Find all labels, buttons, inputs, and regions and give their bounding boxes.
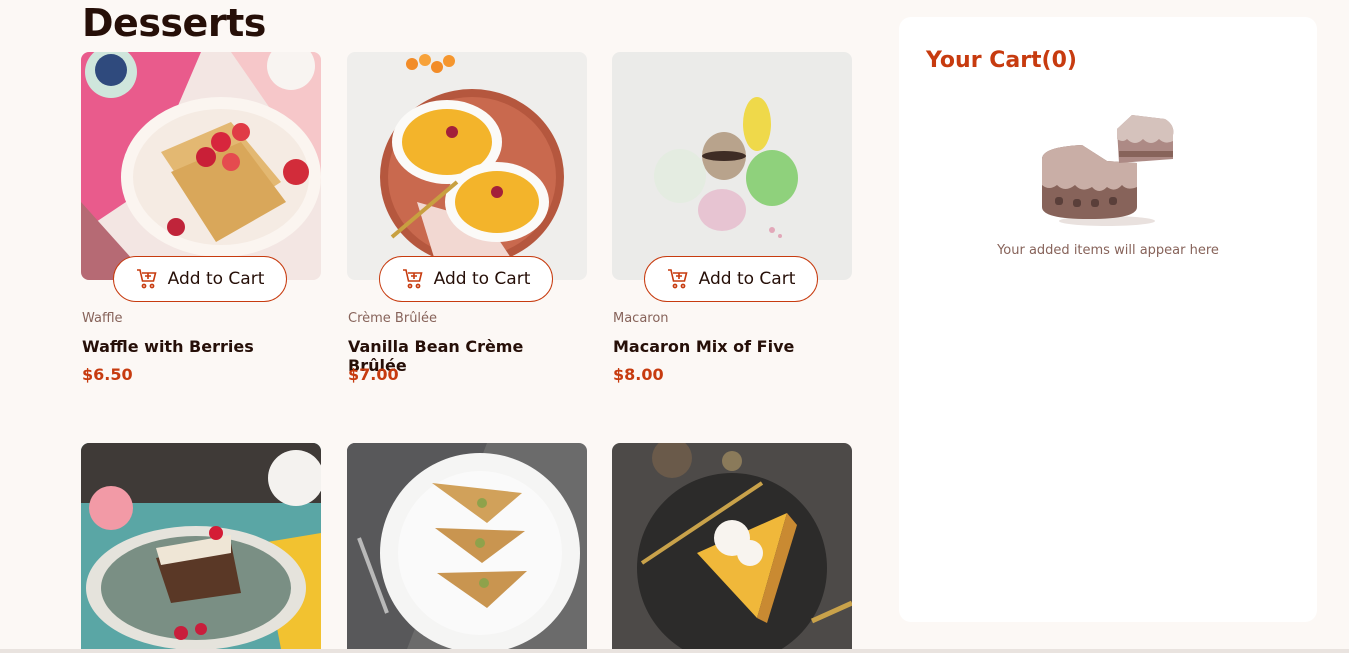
product-card-baklava bbox=[347, 443, 587, 649]
cart-panel: Your Cart(0) Your added items will appea… bbox=[899, 17, 1317, 622]
product-name: Waffle with Berries bbox=[82, 337, 254, 356]
cart-title: Your Cart(0) bbox=[926, 48, 1077, 73]
add-to-cart-button-waffle[interactable]: Add to Cart bbox=[113, 256, 287, 302]
product-price: $6.50 bbox=[82, 365, 133, 384]
product-image-tiramisu[interactable] bbox=[81, 443, 321, 649]
product-price: $7.00 bbox=[348, 365, 399, 384]
product-price: $8.00 bbox=[613, 365, 664, 384]
add-to-cart-label: Add to Cart bbox=[698, 269, 796, 289]
product-card-creme-brulee: Add to Cart Crème Brûlée Vanilla Bean Cr… bbox=[347, 52, 587, 384]
product-card-pie bbox=[612, 443, 852, 649]
add-to-cart-button-macaron[interactable]: Add to Cart bbox=[644, 256, 818, 302]
product-name: Macaron Mix of Five bbox=[613, 337, 795, 356]
product-category: Crème Brûlée bbox=[348, 311, 438, 326]
horizontal-scrollbar[interactable] bbox=[0, 649, 1349, 653]
product-card-tiramisu bbox=[81, 443, 321, 649]
product-category: Waffle bbox=[82, 311, 123, 326]
add-to-cart-icon bbox=[136, 268, 158, 290]
product-card-macaron: Add to Cart Macaron Macaron Mix of Five … bbox=[612, 52, 852, 384]
add-to-cart-button-creme-brulee[interactable]: Add to Cart bbox=[379, 256, 553, 302]
cart-empty-message: Your added items will appear here bbox=[997, 243, 1219, 258]
product-image-waffle[interactable] bbox=[81, 52, 321, 280]
product-card-waffle: Add to Cart Waffle Waffle with Berries $… bbox=[81, 52, 321, 384]
product-image-baklava[interactable] bbox=[347, 443, 587, 649]
product-image-macaron[interactable] bbox=[612, 52, 852, 280]
empty-cart-cake-icon bbox=[1037, 109, 1179, 231]
add-to-cart-icon bbox=[667, 268, 689, 290]
add-to-cart-label: Add to Cart bbox=[433, 269, 531, 289]
add-to-cart-icon bbox=[402, 268, 424, 290]
page-title: Desserts bbox=[82, 1, 266, 45]
product-image-pie[interactable] bbox=[612, 443, 852, 649]
product-image-creme-brulee[interactable] bbox=[347, 52, 587, 280]
product-category: Macaron bbox=[613, 311, 669, 326]
add-to-cart-label: Add to Cart bbox=[167, 269, 265, 289]
